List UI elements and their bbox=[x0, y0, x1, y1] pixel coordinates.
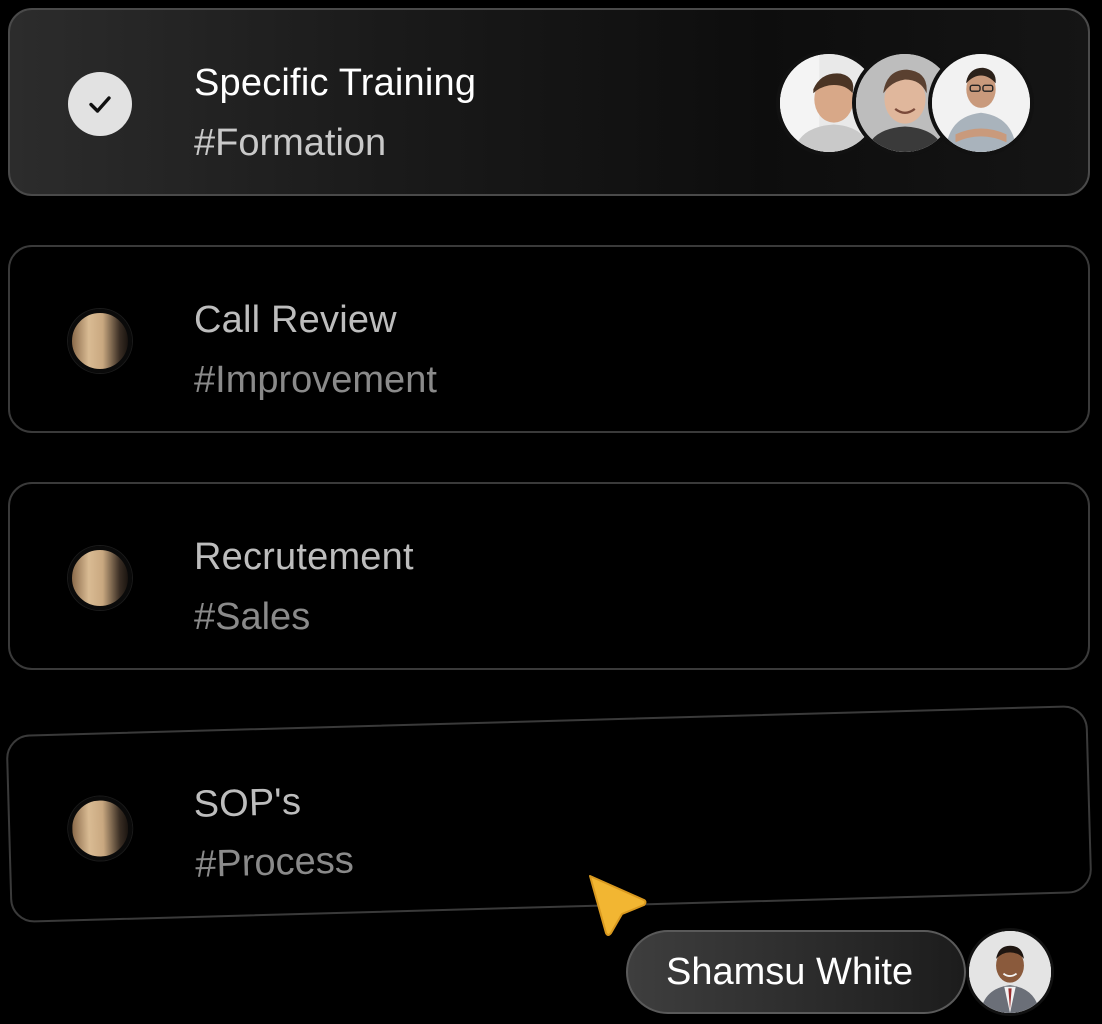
check-icon[interactable] bbox=[68, 72, 132, 136]
task-card-specific-training[interactable]: Specific Training #Formation bbox=[8, 8, 1090, 196]
task-title: Call Review bbox=[194, 299, 397, 341]
task-card-recrutement[interactable]: Recrutement #Sales bbox=[8, 482, 1090, 670]
pointer-icon bbox=[589, 875, 647, 936]
task-title: Specific Training bbox=[194, 62, 477, 104]
assignee-avatars bbox=[776, 50, 1036, 156]
avatar-icon bbox=[966, 928, 1054, 1016]
status-circle-icon[interactable] bbox=[68, 546, 132, 610]
task-title: SOP's bbox=[193, 780, 302, 826]
task-tag: #Sales bbox=[194, 596, 311, 638]
task-card-sops[interactable]: SOP's #Process bbox=[5, 704, 1093, 924]
task-tag: #Improvement bbox=[194, 359, 437, 401]
task-tag: #Process bbox=[194, 839, 355, 886]
collaborator-name-badge: Shamsu White bbox=[626, 930, 966, 1014]
task-card-call-review[interactable]: Call Review #Improvement bbox=[8, 245, 1090, 433]
status-circle-icon[interactable] bbox=[68, 309, 132, 373]
collaborator-name: Shamsu White bbox=[666, 950, 914, 993]
avatar-icon[interactable] bbox=[928, 50, 1034, 156]
task-tag: #Formation bbox=[194, 122, 387, 164]
status-circle-icon[interactable] bbox=[67, 795, 134, 862]
task-title: Recrutement bbox=[194, 536, 414, 578]
